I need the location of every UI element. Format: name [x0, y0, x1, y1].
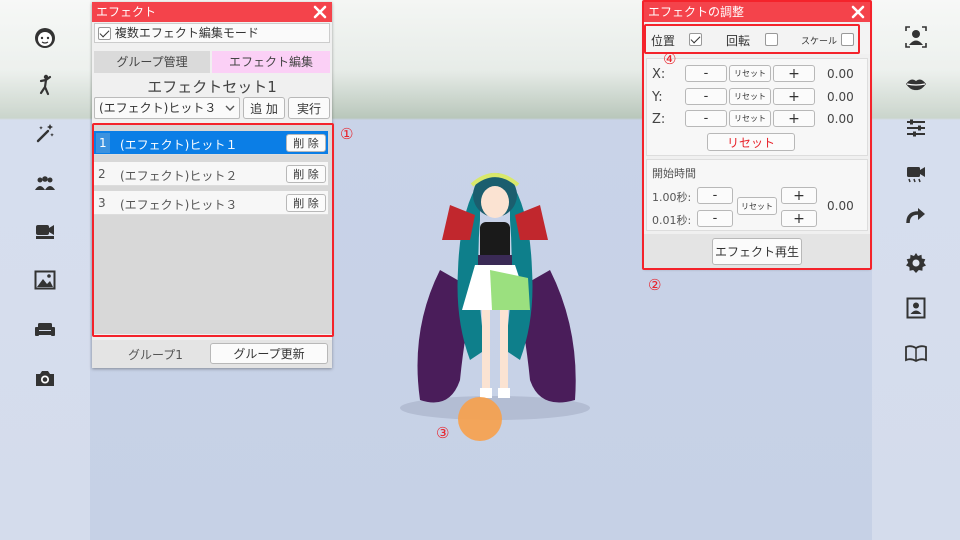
start-time-section: 開始時間 1.00秒: - + 0.01秒: - + リセット 0.00	[646, 159, 868, 231]
start-time-label: 開始時間	[652, 167, 696, 180]
mode-position-checkbox[interactable]	[689, 33, 702, 46]
multi-edit-mode-label: 複数エフェクト編集モード	[114, 26, 259, 40]
axis-y-label: Y:	[652, 90, 663, 105]
close-icon[interactable]	[850, 2, 866, 22]
y-plus-button[interactable]: +	[773, 88, 815, 105]
x-plus-button[interactable]: +	[773, 65, 815, 82]
mode-scale-checkbox[interactable]	[841, 33, 854, 46]
video-camera-icon[interactable]	[33, 219, 57, 243]
step-2-label: 0.01秒:	[652, 214, 692, 227]
multi-edit-mode-row[interactable]: 複数エフェクト編集モード	[94, 23, 330, 43]
tab-group-management[interactable]: グループ管理	[94, 51, 210, 73]
redo-arrow-icon[interactable]	[904, 206, 928, 230]
delete-button[interactable]: 削 除	[286, 134, 326, 152]
play-section: エフェクト再生	[644, 234, 870, 268]
character-model	[380, 160, 610, 430]
add-button[interactable]: 追 加	[243, 97, 285, 119]
contact-card-icon[interactable]	[904, 296, 928, 320]
group-footer: グループ1 グループ更新	[92, 340, 332, 368]
marker-3: ③	[436, 424, 450, 442]
effect-dropdown[interactable]: (エフェクト)ヒット３	[94, 97, 240, 119]
face-icon[interactable]	[33, 26, 57, 50]
list-item[interactable]: 1 (エフェクト)ヒット１ 削 除	[94, 131, 328, 155]
effect-panel: エフェクト 複数エフェクト編集モード グループ管理 エフェクト編集 エフェクトセ…	[92, 2, 332, 368]
right-toolbar	[872, 0, 960, 540]
effect-play-button[interactable]: エフェクト再生	[712, 238, 802, 265]
mode-rotation-checkbox[interactable]	[765, 33, 778, 46]
settings-icon[interactable]	[904, 251, 928, 275]
marker-4: ④	[663, 50, 677, 68]
chevron-down-icon	[225, 98, 235, 124]
close-icon[interactable]	[312, 2, 328, 22]
mode-row: 位置 回転 スケール	[644, 24, 870, 54]
y-minus-button[interactable]: -	[685, 88, 727, 105]
camera-icon[interactable]	[33, 366, 57, 390]
x-value: 0.00	[827, 67, 854, 81]
left-toolbar	[0, 0, 90, 540]
sofa-icon[interactable]	[33, 317, 57, 341]
marker-2: ②	[648, 276, 662, 294]
time-2-plus-button[interactable]: +	[781, 210, 817, 227]
effect-set-title: エフェクトセット1	[147, 78, 277, 96]
time-2-minus-button[interactable]: -	[697, 210, 733, 227]
sliders-icon[interactable]	[904, 116, 928, 140]
time-value: 0.00	[827, 199, 854, 213]
movie-camera-icon[interactable]	[904, 161, 928, 185]
z-reset-button[interactable]: リセット	[729, 110, 771, 127]
group-icon[interactable]	[33, 171, 57, 195]
magic-wand-icon[interactable]	[33, 121, 57, 145]
y-reset-button[interactable]: リセット	[729, 88, 771, 105]
multi-edit-mode-checkbox[interactable]	[98, 27, 111, 40]
y-value: 0.00	[827, 90, 854, 104]
x-minus-button[interactable]: -	[685, 65, 727, 82]
group-label: グループ1	[128, 348, 183, 362]
mode-scale-label: スケール	[801, 37, 838, 47]
delete-button[interactable]: 削 除	[286, 194, 326, 212]
axis-x-label: X:	[652, 67, 666, 82]
effect-adjust-panel: エフェクトの調整 位置 回転 スケール X: - リセット + 0.00 Y: …	[644, 2, 870, 268]
group-update-button[interactable]: グループ更新	[210, 343, 328, 364]
axis-section: X: - リセット + 0.00 Y: - リセット + 0.00 Z: - リ…	[646, 58, 868, 156]
step-1-label: 1.00秒:	[652, 191, 692, 204]
mode-position-label: 位置	[651, 34, 676, 48]
delete-button[interactable]: 削 除	[286, 165, 326, 183]
portrait-icon[interactable]	[904, 25, 928, 49]
adjust-panel-title-bar[interactable]: エフェクトの調整	[644, 2, 870, 22]
z-plus-button[interactable]: +	[773, 110, 815, 127]
marker-1: ①	[340, 125, 354, 143]
run-button[interactable]: 実行	[288, 97, 330, 119]
mode-rotation-label: 回転	[726, 34, 751, 48]
time-1-minus-button[interactable]: -	[697, 187, 733, 204]
effect-panel-title-bar[interactable]: エフェクト	[92, 2, 332, 22]
effect-preview-orb	[458, 397, 502, 441]
effect-dropdown-value: (エフェクト)ヒット３	[99, 101, 217, 115]
x-reset-button[interactable]: リセット	[729, 65, 771, 82]
tab-effect-edit[interactable]: エフェクト編集	[212, 51, 330, 73]
adjust-panel-title: エフェクトの調整	[648, 5, 745, 19]
time-reset-button[interactable]: リセット	[737, 197, 777, 215]
time-1-plus-button[interactable]: +	[781, 187, 817, 204]
z-minus-button[interactable]: -	[685, 110, 727, 127]
z-value: 0.00	[827, 112, 854, 126]
list-item[interactable]: 3 (エフェクト)ヒット３ 削 除	[94, 191, 328, 215]
list-item[interactable]: 2 (エフェクト)ヒット２ 削 除	[94, 162, 328, 186]
reset-all-button[interactable]: リセット	[707, 133, 795, 151]
axis-z-label: Z:	[652, 112, 666, 127]
effect-panel-title: エフェクト	[96, 5, 157, 19]
book-icon[interactable]	[904, 341, 928, 365]
image-icon[interactable]	[33, 268, 57, 292]
effect-list: 1 (エフェクト)ヒット１ 削 除 2 (エフェクト)ヒット２ 削 除 3 (エ…	[92, 124, 332, 334]
pose-icon[interactable]	[33, 73, 57, 97]
lips-icon[interactable]	[904, 72, 928, 96]
